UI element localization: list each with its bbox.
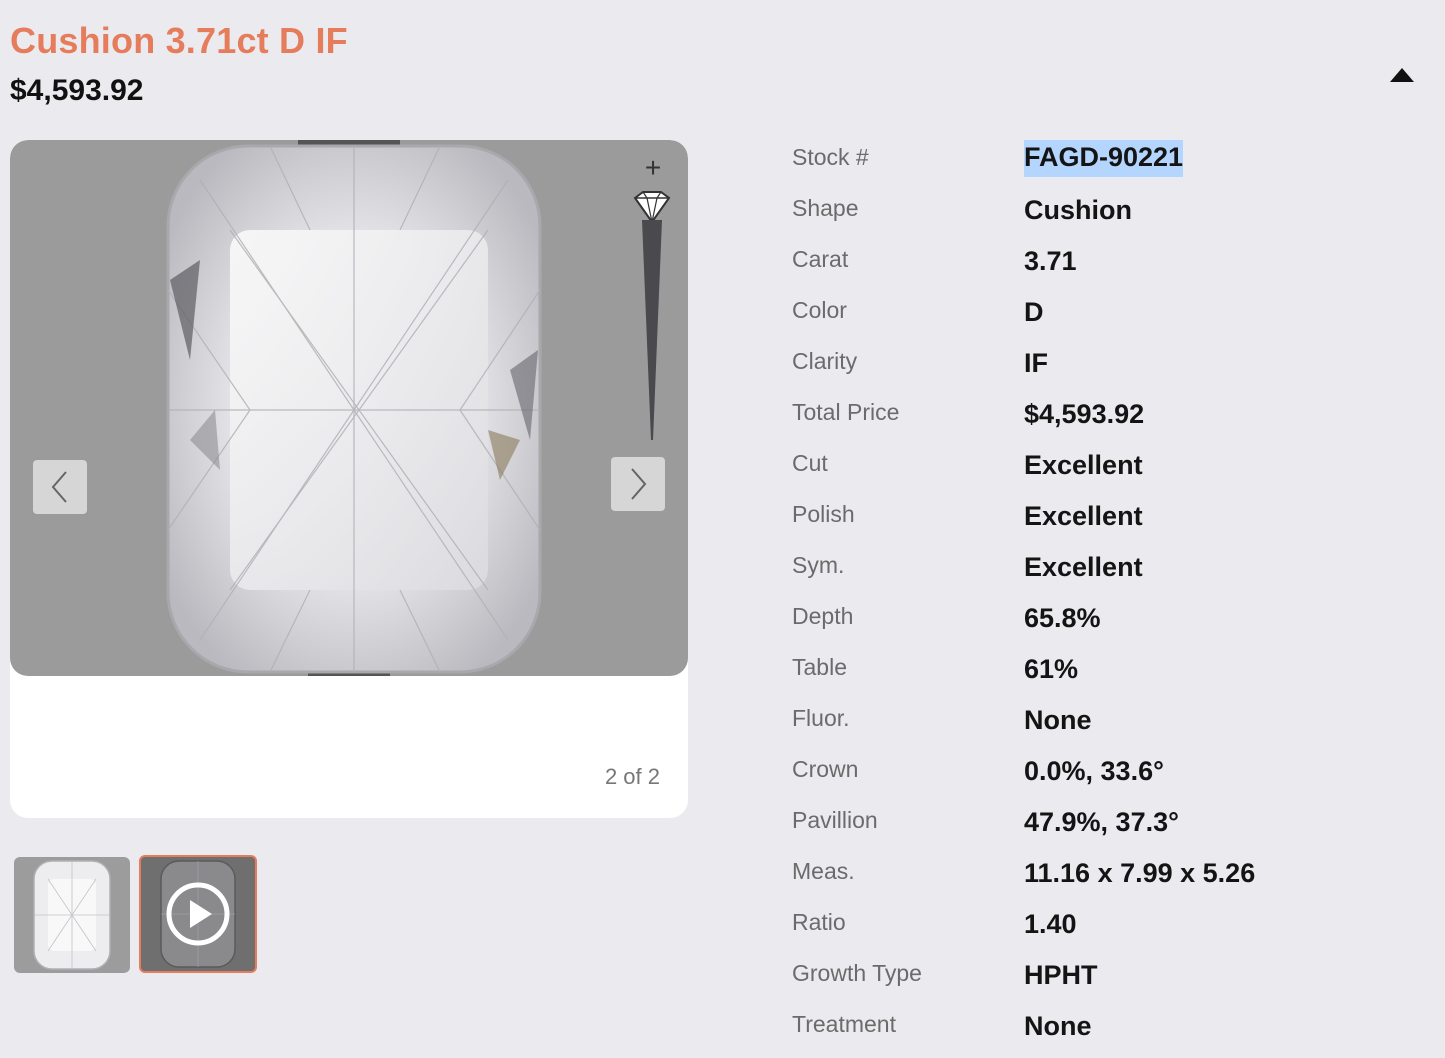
spec-value: HPHT [1024, 960, 1098, 990]
zoom-slider-track[interactable] [635, 220, 669, 442]
spec-label: Polish [792, 501, 855, 527]
diamond-thumbnail [33, 860, 111, 970]
spec-label: Color [792, 297, 847, 323]
spec-label: Fluor. [792, 705, 850, 731]
spec-row: Cut Excellent [792, 440, 1412, 491]
viewer-stage[interactable]: + [10, 140, 688, 676]
spec-row: Color D [792, 287, 1412, 338]
spec-label: Meas. [792, 858, 855, 884]
spec-value: IF [1024, 348, 1048, 378]
chevron-right-icon [631, 468, 647, 500]
spec-row: Growth Type HPHT [792, 950, 1412, 1001]
spec-label: Clarity [792, 348, 858, 374]
spec-value: FAGD-90221 [1024, 140, 1184, 177]
spec-label: Stock # [792, 144, 869, 170]
spec-label: Ratio [792, 909, 846, 935]
spec-value: 65.8% [1024, 603, 1101, 633]
chevron-left-icon [51, 471, 67, 503]
spec-row: Pavillion 47.9%, 37.3° [792, 797, 1412, 848]
spec-value: 1.40 [1024, 909, 1077, 939]
diamond-detail-page: Cushion 3.71ct D IF $4,593.92 + 2 of 2 S… [0, 0, 1445, 1058]
spec-row: Shape Cushion [792, 185, 1412, 236]
spec-value: 11.16 x 7.99 x 5.26 [1024, 858, 1256, 888]
spec-label: Treatment [792, 1011, 896, 1037]
spec-label: Total Price [792, 399, 900, 425]
spec-row: Ratio 1.40 [792, 899, 1412, 950]
spec-value: None [1024, 705, 1092, 735]
spec-row: Crown 0.0%, 33.6° [792, 746, 1412, 797]
spec-row: Table 61% [792, 644, 1412, 695]
spec-label: Cut [792, 450, 828, 476]
thumbnail-video[interactable] [139, 855, 257, 973]
spec-row: Total Price $4,593.92 [792, 389, 1412, 440]
spec-value: 61% [1024, 654, 1079, 684]
spec-label: Growth Type [792, 960, 922, 986]
spec-row: Clarity IF [792, 338, 1412, 389]
spec-value: 0.0%, 33.6° [1024, 756, 1164, 786]
spec-label: Shape [792, 195, 859, 221]
spec-row: Treatment None [792, 1001, 1412, 1052]
spec-row: Stock # FAGD-90221 [792, 134, 1412, 185]
spec-value: D [1024, 297, 1044, 327]
product-price: $4,593.92 [10, 74, 144, 107]
thumbnail-image[interactable] [14, 857, 130, 973]
collapse-toggle-button[interactable] [1386, 62, 1418, 90]
spec-label: Pavillion [792, 807, 878, 833]
zoom-in-button[interactable]: + [639, 154, 667, 182]
spec-row: Polish Excellent [792, 491, 1412, 542]
spec-value: Excellent [1024, 450, 1143, 480]
spec-value: $4,593.92 [1024, 399, 1145, 429]
spec-label: Carat [792, 246, 849, 272]
image-viewer: + 2 of 2 [10, 140, 688, 818]
spec-value: 3.71 [1024, 246, 1077, 276]
spec-value: None [1024, 1011, 1092, 1041]
spec-row: Carat 3.71 [792, 236, 1412, 287]
spec-table: Stock # FAGD-90221 Shape Cushion Carat 3.71 Co… [792, 134, 1412, 1052]
next-slide-button[interactable] [611, 457, 665, 511]
play-icon [166, 882, 230, 946]
spec-value: Cushion [1024, 195, 1132, 225]
diamond-image [166, 140, 542, 676]
product-title: Cushion 3.71ct D IF [10, 20, 348, 61]
spec-value: Excellent [1024, 501, 1143, 531]
spec-row: Depth 65.8% [792, 593, 1412, 644]
previous-slide-button[interactable] [33, 460, 87, 514]
spec-row: Fluor. None [792, 695, 1412, 746]
spec-value: Excellent [1024, 552, 1143, 582]
spec-row: Meas. 11.16 x 7.99 x 5.26 [792, 848, 1412, 899]
triangle-up-icon [1390, 68, 1414, 82]
spec-label: Crown [792, 756, 859, 782]
spec-label: Sym. [792, 552, 845, 578]
spec-label: Depth [792, 603, 854, 629]
spec-label: Table [792, 654, 847, 680]
spec-value: 47.9%, 37.3° [1024, 807, 1179, 837]
spec-row: Sym. Excellent [792, 542, 1412, 593]
slide-counter: 2 of 2 [604, 764, 660, 789]
